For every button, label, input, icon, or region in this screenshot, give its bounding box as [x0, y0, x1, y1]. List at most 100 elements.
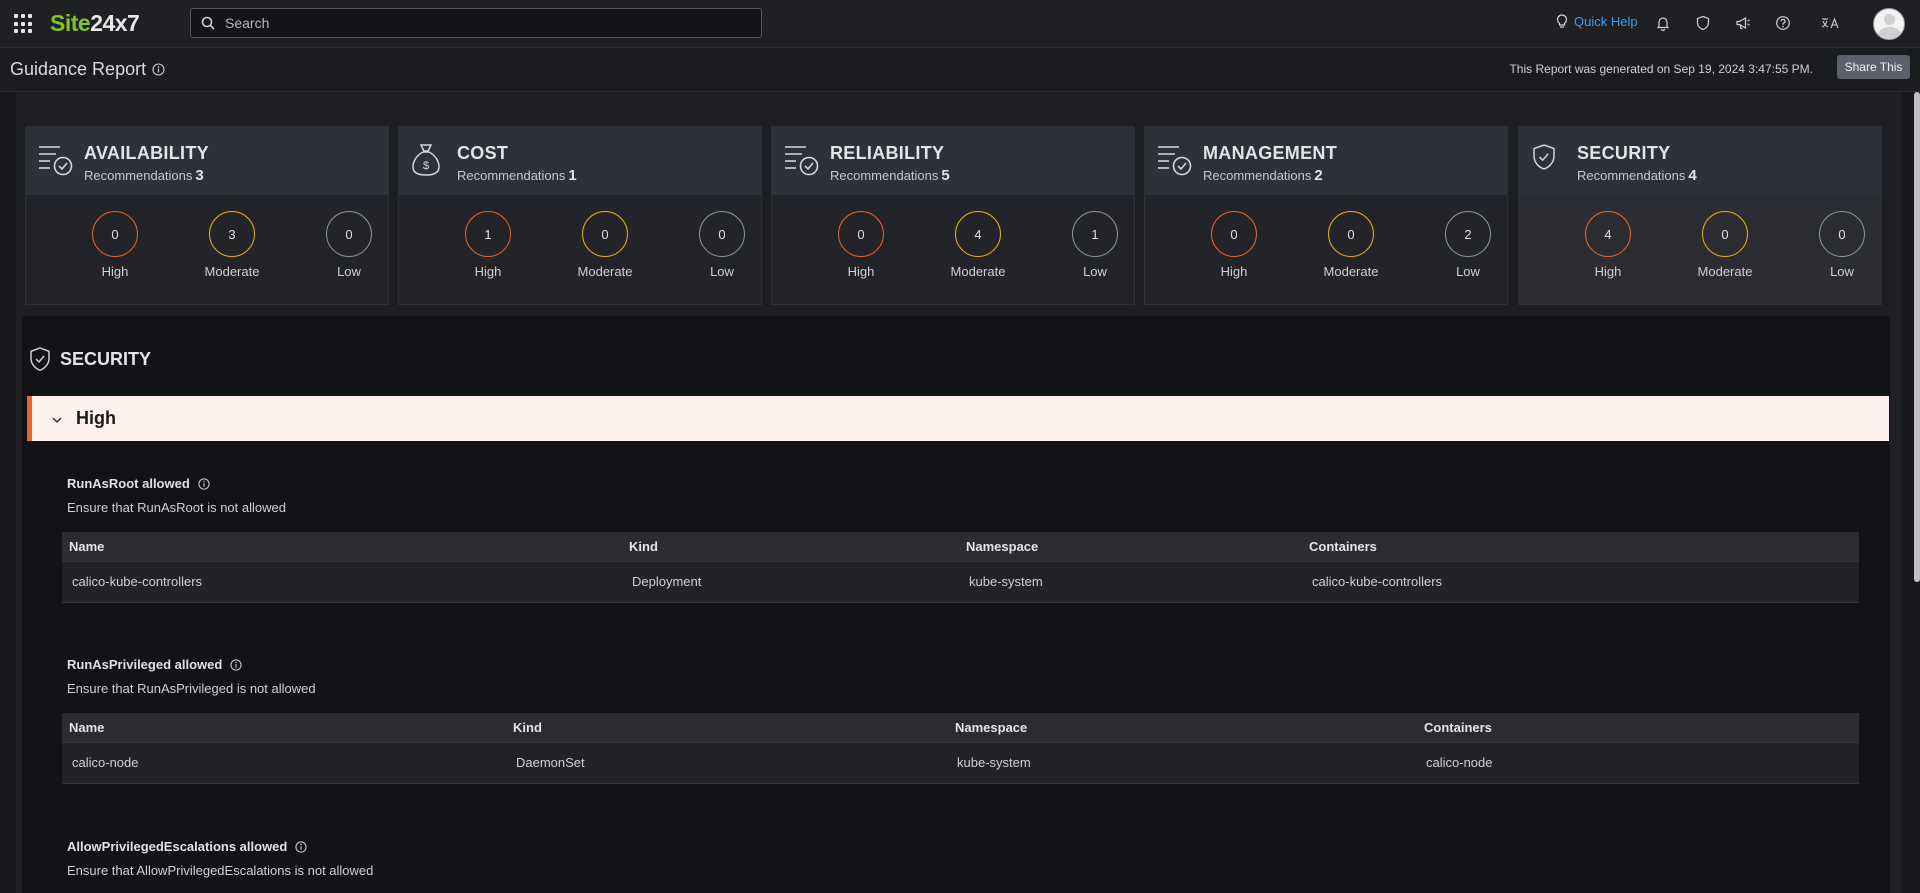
site24x7-logo[interactable]: Site24x7 [50, 10, 140, 37]
card-title: RELIABILITY [830, 143, 945, 163]
high-group-toggle[interactable]: High [27, 396, 1889, 441]
severity-high[interactable]: 4 High [1568, 211, 1648, 279]
resource-table: Name Kind Namespace Containers calico-ku… [62, 532, 1859, 603]
table-row: calico-kube-controllers Deployment kube-… [62, 561, 1859, 603]
search-input[interactable] [223, 14, 747, 32]
card-title: COST [457, 143, 509, 163]
resource-table: Name Kind Namespace Containers calico-no… [62, 713, 1859, 784]
rule-description: Ensure that RunAsRoot is not allowed [67, 500, 286, 515]
severity-high[interactable]: 1 High [448, 211, 528, 279]
severity-high[interactable]: 0 High [75, 211, 155, 279]
apps-grid-icon[interactable] [14, 14, 34, 34]
card-title: MANAGEMENT [1203, 143, 1337, 163]
rule-title: AllowPrivilegedEscalations allowed [67, 839, 307, 854]
table-row: calico-node DaemonSet kube-system calico… [62, 742, 1859, 784]
severity-moderate[interactable]: 4 Moderate [938, 211, 1018, 279]
checklist-icon [38, 143, 74, 182]
security-section: SECURITY High RunAsRoot allowed Ensure t… [22, 316, 1890, 893]
search-icon [201, 16, 215, 30]
column-header-containers[interactable]: Containers [1309, 539, 1377, 554]
shield-check-icon [1531, 143, 1557, 178]
severity-label: High [847, 264, 875, 279]
megaphone-icon[interactable] [1733, 13, 1753, 33]
severity-high[interactable]: 0 High [1194, 211, 1274, 279]
quick-help-link[interactable]: Quick Help [1556, 14, 1638, 29]
money-bag-icon: $ [411, 143, 441, 182]
scrollbar[interactable] [1914, 92, 1920, 582]
svg-text:$: $ [423, 160, 429, 172]
severity-moderate[interactable]: 0 Moderate [565, 211, 645, 279]
severity-low[interactable]: 1 Low [1055, 211, 1135, 279]
report-header: Guidance Report This Report was generate… [0, 48, 1920, 92]
info-icon[interactable] [198, 477, 210, 490]
severity-moderate[interactable]: 3 Moderate [192, 211, 272, 279]
category-card-management[interactable]: MANAGEMENT Recommendations 2 0 High 0 Moderate… [1144, 126, 1508, 305]
severity-high[interactable]: 0 High [821, 211, 901, 279]
column-header-kind[interactable]: Kind [513, 720, 542, 735]
high-group-label: High [76, 408, 116, 428]
cell-containers: calico-kube-controllers [1312, 574, 1443, 589]
generated-timestamp: This Report was generated on Sep 19, 202… [1509, 62, 1813, 76]
severity-count-circle: 0 [92, 211, 138, 257]
column-header-name[interactable]: Name [69, 720, 104, 735]
severity-count-circle: 0 [1702, 211, 1748, 257]
category-card-availability[interactable]: AVAILABILITY Recommendations 3 0 High 3 Modera… [25, 126, 389, 305]
column-header-namespace[interactable]: Namespace [966, 539, 1038, 554]
severity-moderate[interactable]: 0 Moderate [1311, 211, 1391, 279]
severity-label: High [1220, 264, 1248, 279]
shield-check-icon [30, 347, 50, 372]
severity-label: High [1594, 264, 1622, 279]
help-icon[interactable] [1773, 13, 1793, 33]
severity-count-circle: 2 [1445, 211, 1491, 257]
rule-description: Ensure that RunAsPrivileged is not allow… [67, 681, 316, 696]
severity-label: Low [710, 264, 734, 279]
severity-count-circle: 0 [326, 211, 372, 257]
category-card-security[interactable]: SECURITY Recommendations 4 4 High 0 Moderate 0 L… [1518, 126, 1882, 305]
severity-count-circle: 4 [955, 211, 1001, 257]
severity-label: Moderate [1323, 264, 1379, 279]
info-icon[interactable] [295, 840, 307, 853]
category-card-reliability[interactable]: RELIABILITY Recommendations 5 0 High 4 Moderat… [771, 126, 1135, 305]
info-icon[interactable] [230, 658, 242, 671]
card-recommendations: Recommendations 1 [457, 167, 577, 184]
severity-low[interactable]: 0 Low [682, 211, 762, 279]
rule-title: RunAsRoot allowed [67, 476, 210, 491]
column-header-namespace[interactable]: Namespace [955, 720, 1027, 735]
card-header: SECURITY Recommendations 4 [1519, 127, 1881, 195]
card-title: AVAILABILITY [84, 143, 209, 163]
rule-title-text: AllowPrivilegedEscalations allowed [67, 839, 288, 854]
rule-description: Ensure that AllowPrivilegedEscalations i… [67, 863, 374, 878]
severity-count-circle: 0 [1211, 211, 1257, 257]
info-icon[interactable] [152, 63, 165, 76]
severity-count-circle: 0 [699, 211, 745, 257]
severity-count-circle: 3 [209, 211, 255, 257]
severity-label: Low [337, 264, 361, 279]
bell-icon[interactable] [1653, 13, 1673, 33]
cell-namespace: kube-system [957, 755, 1031, 770]
rule-title: RunAsPrivileged allowed [67, 657, 242, 672]
rule-title-text: RunAsPrivileged allowed [67, 657, 223, 672]
language-icon[interactable] [1819, 13, 1841, 33]
user-avatar[interactable] [1873, 8, 1905, 40]
severity-count-circle: 0 [1819, 211, 1865, 257]
severity-label: Moderate [577, 264, 633, 279]
column-header-name[interactable]: Name [69, 539, 104, 554]
card-header: RELIABILITY Recommendations 5 [772, 127, 1134, 195]
shield-icon[interactable] [1693, 13, 1713, 33]
column-header-containers[interactable]: Containers [1424, 720, 1492, 735]
severity-moderate[interactable]: 0 Moderate [1685, 211, 1765, 279]
severity-low[interactable]: 2 Low [1428, 211, 1508, 279]
severity-low[interactable]: 0 Low [309, 211, 389, 279]
column-header-kind[interactable]: Kind [629, 539, 658, 554]
severity-label: Low [1083, 264, 1107, 279]
share-button[interactable]: Share This [1837, 55, 1910, 79]
severity-label: Low [1456, 264, 1480, 279]
severity-low[interactable]: 0 Low [1802, 211, 1882, 279]
chevron-down-icon [52, 411, 62, 427]
card-recommendations: Recommendations 2 [1203, 167, 1323, 184]
category-card-cost[interactable]: $ COST Recommendations 1 1 High 0 Moderate 0 Low [398, 126, 762, 305]
card-recommendations: Recommendations 4 [1577, 167, 1697, 184]
quick-help-label: Quick Help [1574, 14, 1638, 29]
search-box[interactable] [190, 8, 762, 38]
severity-count-circle: 1 [1072, 211, 1118, 257]
